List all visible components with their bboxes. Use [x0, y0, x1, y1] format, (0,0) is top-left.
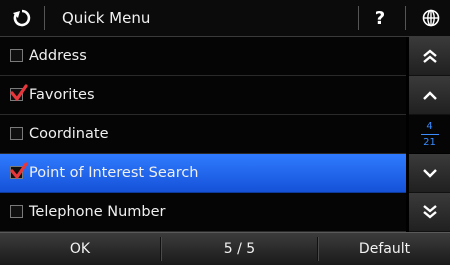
- page-title: Quick Menu: [62, 9, 151, 27]
- list-item[interactable]: Address: [0, 37, 406, 76]
- chevron-down-icon: [422, 169, 437, 178]
- checkbox-checked[interactable]: [10, 162, 28, 179]
- list-item[interactable]: Coordinate: [0, 115, 406, 154]
- checkmark-icon: [10, 162, 28, 179]
- header-divider: [405, 6, 406, 30]
- list-item-label: Favorites: [29, 87, 95, 103]
- checkbox[interactable]: [10, 205, 23, 218]
- scroll-down-button[interactable]: [409, 154, 450, 193]
- list-item[interactable]: Favorites: [0, 76, 406, 115]
- list-item-selected[interactable]: Point of Interest Search: [0, 154, 406, 193]
- double-chevron-up-icon: [422, 49, 437, 63]
- list-item-label: Coordinate: [29, 126, 109, 142]
- help-icon: ?: [374, 7, 386, 29]
- chevron-up-icon: [422, 91, 437, 100]
- page-down-button[interactable]: [409, 193, 450, 232]
- page-divider: [420, 133, 439, 135]
- checkbox[interactable]: [10, 127, 23, 140]
- header-divider: [44, 6, 45, 30]
- globe-icon: [422, 9, 440, 27]
- page-current: 4: [426, 120, 433, 132]
- footer-bar: OK 5 / 5 Default: [0, 232, 450, 265]
- page-up-button[interactable]: [409, 37, 450, 76]
- list-item-label: Telephone Number: [29, 204, 166, 220]
- scroll-up-button[interactable]: [409, 76, 450, 115]
- ok-button[interactable]: OK: [0, 233, 160, 265]
- page-indicator: 4 21: [409, 115, 450, 153]
- checkbox[interactable]: [10, 49, 23, 62]
- list-item-label: Point of Interest Search: [29, 165, 199, 181]
- list-item[interactable]: Telephone Number: [0, 193, 406, 232]
- page-total: 21: [423, 136, 436, 148]
- checkbox-checked[interactable]: [10, 84, 28, 101]
- selection-count: 5 / 5: [223, 241, 256, 257]
- header-bar: Quick Menu ?: [0, 0, 450, 37]
- double-chevron-down-icon: [422, 205, 437, 219]
- help-button[interactable]: ?: [358, 0, 402, 36]
- checkmark-icon: [10, 84, 28, 101]
- language-button[interactable]: [412, 0, 450, 36]
- default-button[interactable]: Default: [319, 233, 450, 265]
- refresh-back-icon: [13, 9, 31, 27]
- back-button[interactable]: [0, 0, 44, 36]
- list-item-label: Address: [29, 48, 87, 64]
